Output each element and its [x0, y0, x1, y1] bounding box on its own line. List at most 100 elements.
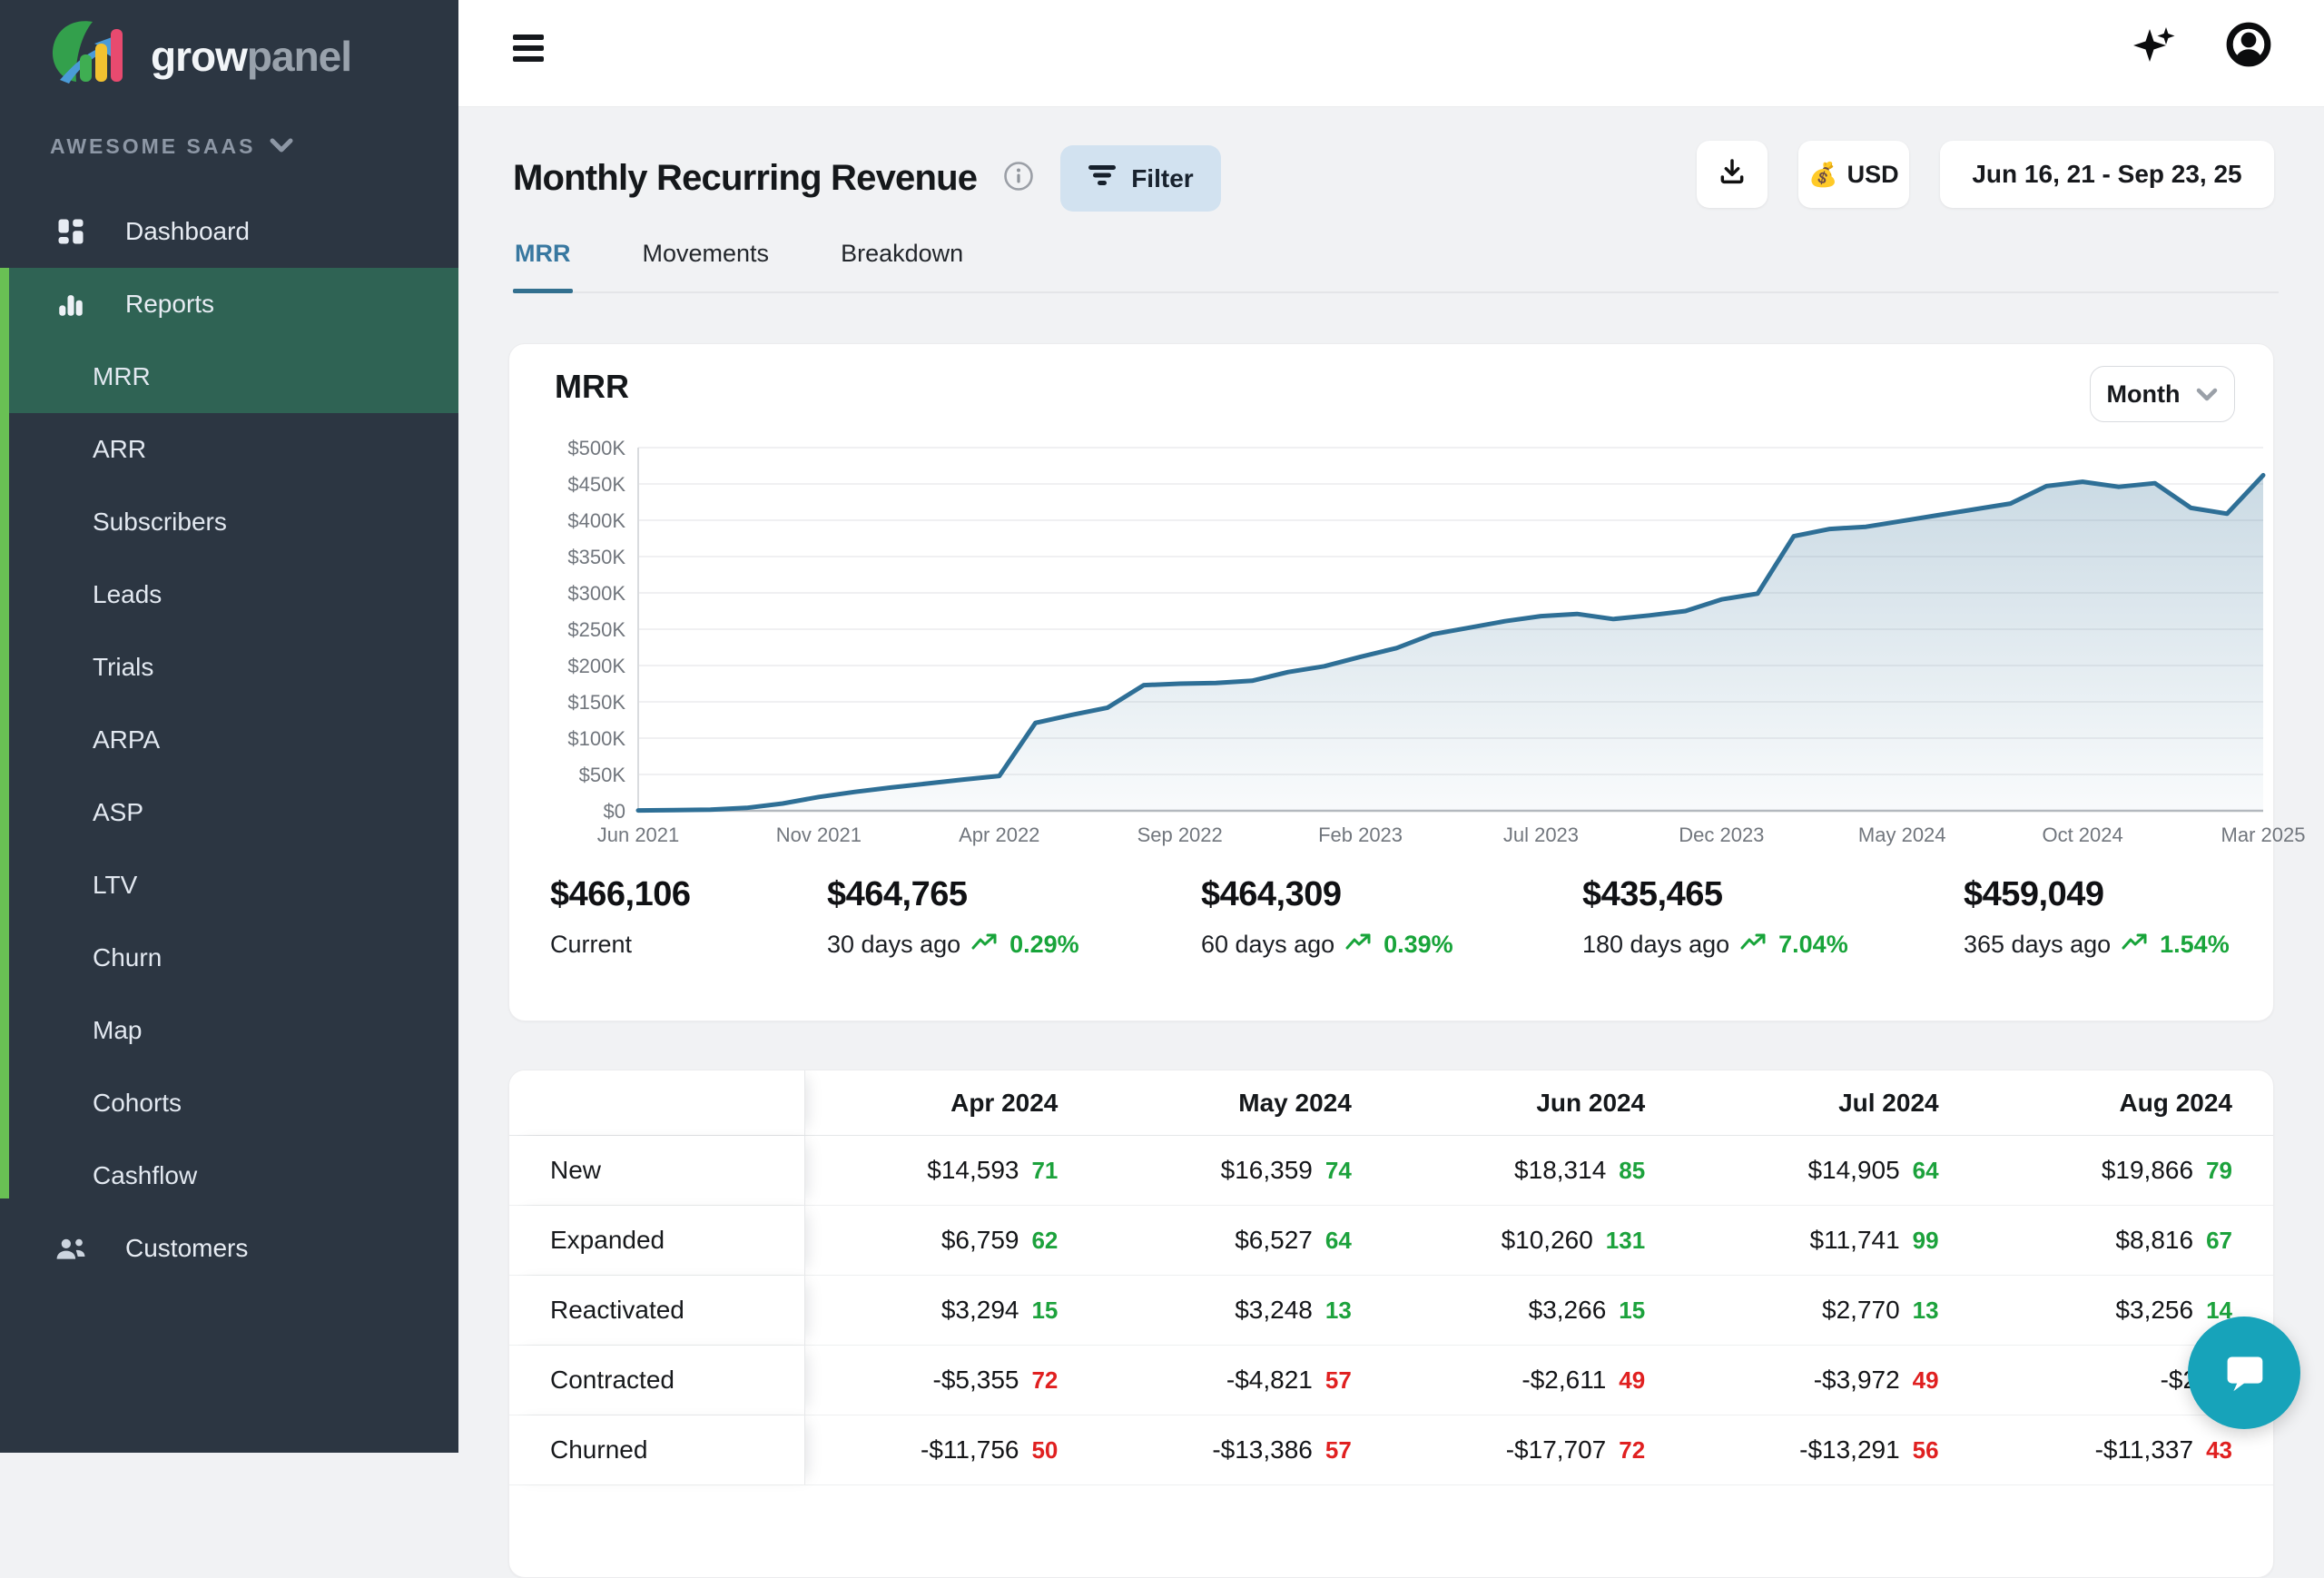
tab-mrr[interactable]: MRR — [513, 227, 573, 291]
sidebar-item-dashboard[interactable]: Dashboard — [0, 195, 458, 268]
workspace-switcher[interactable]: AWESOME SAAS — [50, 134, 293, 159]
reports-submenu: MRRARR Subscribers Leads Trials ARPA ASP LTV Ch… — [0, 340, 458, 1212]
table-cell: $6,75962 — [805, 1206, 1098, 1275]
sidebar-item-label: ASP — [93, 798, 143, 827]
bar-chart-icon — [54, 289, 87, 320]
dashboard-icon — [54, 215, 87, 248]
sidebar-item-label: Cohorts — [93, 1089, 182, 1118]
svg-text:$250K: $250K — [567, 618, 625, 641]
stat-label: 30 days ago — [827, 931, 960, 959]
table-row-expanded: Expanded $6,75962$6,52764$10,260131$11,7… — [509, 1206, 2273, 1276]
sidebar-item-reports[interactable]: Reports — [0, 268, 458, 340]
currency-label: USD — [1847, 161, 1899, 189]
stat-item: $435,465 180 days ago 7.04% — [1582, 875, 1848, 959]
table-row-churned: Churned -$11,75650-$13,38657-$17,70772-$… — [509, 1415, 2273, 1485]
table-header-empty-cell — [509, 1070, 805, 1135]
table-cell: $14,90564 — [1686, 1136, 1979, 1205]
sidebar-item-label: Leads — [93, 580, 162, 609]
currency-button[interactable]: 💰 USD — [1798, 141, 1909, 208]
stat-change-percent: 7.04% — [1778, 931, 1848, 959]
date-range-label: Jun 16, 21 - Sep 23, 25 — [1972, 160, 2241, 189]
stat-item: $466,106 Current — [550, 875, 691, 959]
table-header: Apr 2024May 2024Jun 2024Jul 2024Aug 2024 — [509, 1070, 2273, 1136]
sidebar-item-label: Trials — [93, 653, 153, 682]
filter-icon — [1088, 163, 1117, 193]
table-cell: -$13,38657 — [1098, 1415, 1392, 1484]
table-cell: $14,59371 — [805, 1136, 1098, 1205]
movements-table-card: Apr 2024May 2024Jun 2024Jul 2024Aug 2024… — [508, 1070, 2274, 1578]
menu-icon[interactable] — [513, 35, 544, 67]
sidebar-item-leads[interactable]: Leads — [0, 558, 458, 631]
trend-up-icon — [971, 931, 999, 959]
ai-sparkle-icon[interactable] — [2130, 20, 2181, 75]
stat-change-percent: 0.29% — [1009, 931, 1079, 959]
table-cell: $3,26615 — [1393, 1276, 1686, 1345]
svg-text:Mar 2025: Mar 2025 — [2221, 824, 2306, 846]
sidebar-item-ltv[interactable]: LTV — [0, 849, 458, 922]
chevron-down-icon — [270, 134, 293, 159]
stat-label: 180 days ago — [1582, 931, 1729, 959]
chart-card-title: MRR — [555, 368, 629, 406]
sidebar-item-cohorts[interactable]: Cohorts — [0, 1067, 458, 1139]
sidebar-item-label: LTV — [93, 871, 137, 900]
date-range-button[interactable]: Jun 16, 21 - Sep 23, 25 — [1940, 141, 2274, 208]
table-cell: $2,77013 — [1686, 1276, 1979, 1345]
granularity-select[interactable]: Month — [2090, 366, 2235, 422]
svg-text:$50K: $50K — [579, 764, 626, 786]
table-column-header-jul-2024: Jul 2024 — [1686, 1070, 1979, 1135]
sidebar-item-asp[interactable]: ASP — [0, 776, 458, 849]
stat-item: $464,309 60 days ago 0.39% — [1201, 875, 1453, 959]
mrr-area-chart[interactable]: $500K$450K$400K$350K$300K$250K$200K$150K… — [527, 435, 2270, 862]
sidebar-item-label: Dashboard — [125, 217, 250, 246]
sidebar-item-trials[interactable]: Trials — [0, 631, 458, 704]
svg-text:$450K: $450K — [567, 473, 625, 496]
info-icon[interactable] — [1002, 160, 1035, 197]
table-cell: -$17,70772 — [1393, 1415, 1686, 1484]
svg-text:Apr 2022: Apr 2022 — [959, 824, 1039, 846]
page-title: Monthly Recurring Revenue — [513, 158, 977, 199]
sidebar-item-arpa[interactable]: ARPA — [0, 704, 458, 776]
stat-value: $464,765 — [827, 875, 1079, 914]
tabs: MRR Movements Breakdown — [513, 227, 2279, 293]
sidebar-item-subscribers[interactable]: Subscribers — [0, 486, 458, 558]
workspace-name: AWESOME SAAS — [50, 134, 255, 159]
tab-movements[interactable]: Movements — [641, 227, 772, 291]
download-button[interactable] — [1697, 141, 1768, 208]
sidebar: growpanel AWESOME SAAS Dashboard Reports… — [0, 0, 458, 1453]
app-logo[interactable]: growpanel — [47, 16, 351, 95]
table-row-reactivated: Reactivated $3,29415$3,24813$3,26615$2,7… — [509, 1276, 2273, 1346]
sidebar-item-customers[interactable]: Customers — [0, 1212, 458, 1285]
sidebar-item-label: Cashflow — [93, 1161, 197, 1190]
table-column-header-jun-2024: Jun 2024 — [1393, 1070, 1686, 1135]
chat-bubble-icon — [2216, 1343, 2272, 1404]
table-cell: $11,74199 — [1686, 1206, 1979, 1275]
sidebar-item-mrr[interactable]: MRR — [0, 340, 458, 413]
svg-text:$200K: $200K — [567, 655, 625, 677]
trend-up-icon — [1740, 931, 1768, 959]
user-avatar-icon[interactable] — [2226, 22, 2271, 72]
table-row-contracted: Contracted -$5,35572-$4,82157-$2,61149-$… — [509, 1346, 2273, 1415]
sidebar-item-label: Subscribers — [93, 508, 227, 537]
chevron-down-icon — [2196, 380, 2218, 409]
table-column-header-apr-2024: Apr 2024 — [805, 1070, 1098, 1135]
sidebar-item-cashflow[interactable]: Cashflow — [0, 1139, 458, 1212]
money-bag-icon: 💰 — [1808, 161, 1837, 189]
granularity-value: Month — [2107, 380, 2181, 409]
svg-text:Oct 2024: Oct 2024 — [2042, 824, 2122, 846]
stat-change-percent: 1.54% — [2160, 931, 2230, 959]
sidebar-item-label: ARPA — [93, 725, 160, 754]
table-cell: $3,29415 — [805, 1276, 1098, 1345]
sidebar-item-map[interactable]: Map — [0, 994, 458, 1067]
filter-button[interactable]: Filter — [1060, 145, 1220, 212]
row-label-cell: New — [509, 1136, 805, 1205]
table-cell: $19,86679 — [1980, 1136, 2273, 1205]
svg-text:Jun 2021: Jun 2021 — [597, 824, 680, 846]
sidebar-item-churn[interactable]: Churn — [0, 922, 458, 994]
table-cell: -$3,97249 — [1686, 1346, 1979, 1415]
chat-widget-button[interactable] — [2188, 1317, 2300, 1429]
tab-breakdown[interactable]: Breakdown — [839, 227, 965, 291]
app-name: growpanel — [151, 32, 351, 81]
svg-text:Sep 2022: Sep 2022 — [1137, 824, 1223, 846]
sidebar-item-arr[interactable]: ARR — [0, 413, 458, 486]
svg-text:$100K: $100K — [567, 727, 625, 750]
